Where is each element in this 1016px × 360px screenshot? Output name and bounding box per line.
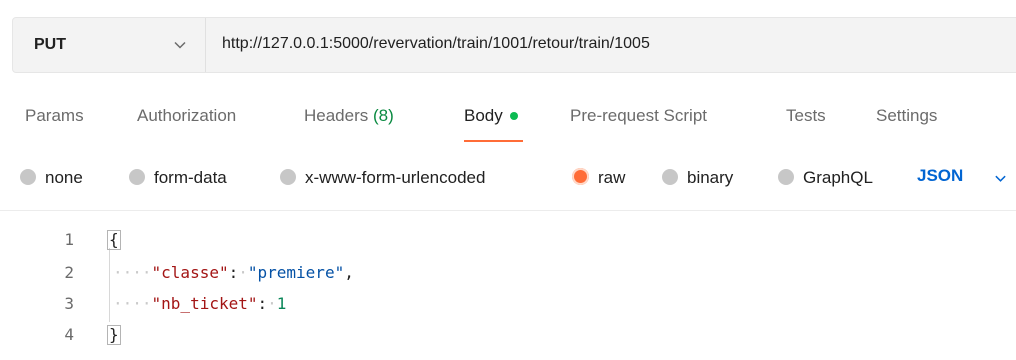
json-string-value: "premiere"	[247, 263, 345, 282]
radio-raw-label: raw	[598, 168, 626, 187]
whitespace-dots: ····	[113, 263, 152, 282]
tab-tests[interactable]: Tests	[786, 106, 826, 126]
tab-settings[interactable]: Settings	[876, 106, 937, 126]
code-line: 2 ····"classe":·"premiere",	[0, 263, 1016, 287]
method-label: PUT	[34, 36, 66, 53]
chevron-down-icon[interactable]	[994, 172, 1007, 185]
chevron-down-icon	[174, 41, 186, 49]
line-number: 3	[64, 294, 74, 313]
url-input[interactable]: http://127.0.0.1:5000/revervation/train/…	[222, 35, 650, 53]
radio-x-www-form-urlencoded[interactable]: x-www-form-urlencoded	[280, 168, 485, 190]
tab-headers-label: Headers	[304, 106, 369, 125]
radio-graphql-label: GraphQL	[803, 168, 873, 187]
tab-body-label: Body	[464, 106, 503, 125]
radio-form-data-label: form-data	[154, 168, 227, 187]
tab-headers[interactable]: Headers (8)	[304, 106, 394, 126]
code-line: 4 }	[0, 325, 1016, 349]
radio-circle-icon[interactable]	[280, 168, 296, 185]
radio-raw[interactable]: raw	[572, 168, 625, 190]
divider	[0, 210, 1016, 211]
radio-urlencoded-label: x-www-form-urlencoded	[305, 168, 486, 187]
request-bar: PUT http://127.0.0.1:5000/revervation/tr…	[12, 17, 1016, 73]
tab-pre-request-script[interactable]: Pre-request Script	[570, 106, 707, 126]
json-comma: ,	[344, 263, 354, 282]
radio-circle-icon[interactable]	[662, 168, 678, 185]
radio-form-data[interactable]: form-data	[129, 168, 227, 190]
radio-circle-icon[interactable]	[20, 168, 36, 185]
radio-circle-icon[interactable]	[129, 168, 145, 185]
json-number-value: 1	[276, 294, 287, 313]
line-number: 4	[64, 325, 74, 344]
tab-authorization[interactable]: Authorization	[137, 106, 236, 126]
close-brace: }	[107, 325, 121, 345]
radio-graphql[interactable]: GraphQL	[778, 168, 873, 190]
method-select[interactable]: PUT	[13, 18, 206, 72]
radio-none[interactable]: none	[20, 168, 83, 190]
radio-none-label: none	[45, 168, 83, 187]
open-brace: {	[107, 230, 121, 250]
code-line: 3 ····"nb_ticket":·1	[0, 294, 1016, 318]
line-number: 2	[64, 263, 74, 282]
body-indicator-dot	[509, 111, 518, 120]
tab-params[interactable]: Params	[25, 106, 84, 126]
headers-count-badge: (8)	[373, 106, 394, 125]
whitespace-dots: ····	[113, 294, 152, 313]
raw-language-select[interactable]: JSON	[917, 166, 963, 186]
radio-binary-label: binary	[687, 168, 734, 187]
json-key: "classe"	[151, 263, 229, 282]
tab-body[interactable]: Body	[464, 106, 518, 126]
radio-binary[interactable]: binary	[662, 168, 733, 190]
line-number: 1	[64, 230, 74, 249]
active-tab-underline	[464, 140, 523, 142]
json-key: "nb_ticket"	[151, 294, 258, 313]
radio-circle-icon[interactable]	[778, 168, 794, 185]
radio-selected-icon[interactable]	[572, 168, 589, 186]
code-line: 1 {	[0, 230, 1016, 254]
body-code-editor[interactable]: 1 { 2 ····"classe":·"premiere", 3 ····"n…	[0, 226, 1016, 360]
